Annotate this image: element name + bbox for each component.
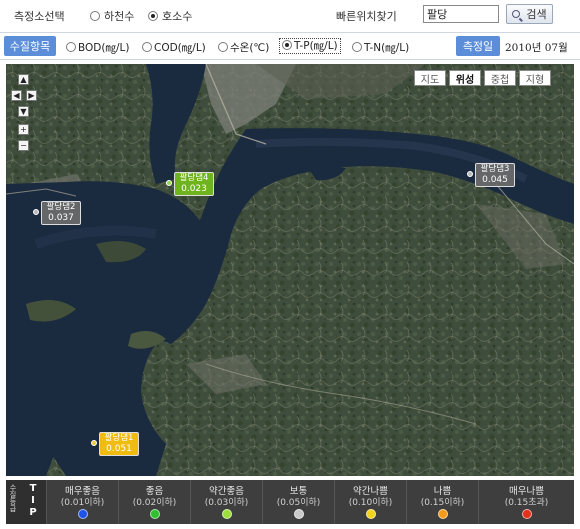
legend-dot-red [522, 509, 532, 519]
search-icon [512, 10, 521, 18]
station-dot [91, 440, 97, 446]
radio-river[interactable] [90, 11, 100, 21]
radio-temp[interactable] [218, 42, 228, 52]
satellite-map[interactable]: ▲ ◀ ▶ ▼ + − 지도 위성 중첩 지형 팔당댐2 0.037 팔당댐4 … [6, 64, 574, 476]
maptype-terrain-button[interactable]: 지형 [519, 70, 551, 86]
legend-item-good: 좋음 (0.02이하) [118, 480, 190, 524]
maptype-satellite-button[interactable]: 위성 [449, 70, 481, 86]
radio-tp[interactable] [282, 40, 292, 50]
radio-tn[interactable] [352, 42, 362, 52]
legend-dot-green [150, 509, 160, 519]
radio-bod[interactable] [66, 42, 76, 52]
pan-up-button[interactable]: ▲ [18, 74, 29, 85]
legend-dot-gray [294, 509, 304, 519]
quality-legend: 수질등급 T I P 매우좋음 (0.01이하) 좋음 (0.02이하) 약간좋… [6, 480, 574, 524]
param-option-tp[interactable]: T-P(㎎/L) [279, 38, 341, 54]
pan-down-button[interactable]: ▼ [18, 106, 29, 117]
search-button-label: 검색 [526, 8, 547, 21]
station-dot [166, 180, 172, 186]
legend-dot-blue [78, 509, 88, 519]
search-input[interactable] [423, 5, 499, 23]
legend-item-fairly-bad: 약간나쁨 (0.10이하) [334, 480, 406, 524]
param-option-bod[interactable]: BOD(㎎/L) [66, 40, 129, 55]
param-option-temp[interactable]: 수온(℃) [218, 40, 269, 55]
water-quality-item-tag: 수질항목 [4, 36, 56, 56]
legend-side-label: 수질등급 [9, 484, 17, 512]
search-button[interactable]: 검색 [506, 4, 553, 24]
legend-item-very-good: 매우좋음 (0.01이하) [46, 480, 118, 524]
param-option-cod[interactable]: COD(㎎/L) [142, 40, 206, 55]
source-option-river[interactable]: 하천수 [90, 8, 134, 24]
station-dot [33, 209, 39, 215]
station-select-label: 측정소선택 [14, 10, 65, 23]
quick-search-label: 빠른위치찾기 [336, 10, 397, 23]
source-option-lake[interactable]: 호소수 [148, 8, 192, 24]
legend-dot-orange [438, 509, 448, 519]
legend-item-very-bad: 매우나쁨 (0.15초과) [478, 480, 574, 524]
radio-cod[interactable] [142, 42, 152, 52]
pan-left-button[interactable]: ◀ [11, 90, 22, 101]
param-option-tn[interactable]: T-N(㎎/L) [352, 40, 409, 55]
station-label: 팔당댐4 0.023 [174, 172, 214, 196]
legend-item-normal: 보통 (0.05이하) [262, 480, 334, 524]
station-select-bar: 측정소선택 하천수 호소수 빠른위치찾기 검색 [0, 0, 580, 30]
station-label: 팔당댐3 0.045 [475, 163, 515, 187]
maptype-overlay-button[interactable]: 중첩 [484, 70, 516, 86]
legend-dot-yellow [366, 509, 376, 519]
map-imagery [6, 64, 574, 476]
legend-item-fairly-good: 약간좋음 (0.03이하) [190, 480, 262, 524]
station-dot [467, 171, 473, 177]
legend-tp-label: T I P [29, 483, 37, 518]
measure-date-value: 2010년 07월 [505, 42, 568, 54]
measure-date-tag: 측정일 [456, 36, 500, 56]
maptype-map-button[interactable]: 지도 [414, 70, 446, 86]
legend-dot-lightgreen [222, 509, 232, 519]
station-label: 팔당댐2 0.037 [41, 201, 81, 225]
station-label: 팔당댐1 0.051 [99, 432, 139, 456]
legend-tp-header: 수질등급 T I P [6, 480, 46, 524]
legend-item-bad: 나쁨 (0.15이하) [406, 480, 478, 524]
zoom-in-button[interactable]: + [18, 124, 29, 135]
zoom-out-button[interactable]: − [18, 140, 29, 151]
pan-right-button[interactable]: ▶ [26, 90, 37, 101]
parameter-bar: 수질항목 BOD(㎎/L) COD(㎎/L) 수온(℃) T-P(㎎/L) T-… [0, 32, 580, 60]
radio-lake[interactable] [148, 11, 158, 21]
